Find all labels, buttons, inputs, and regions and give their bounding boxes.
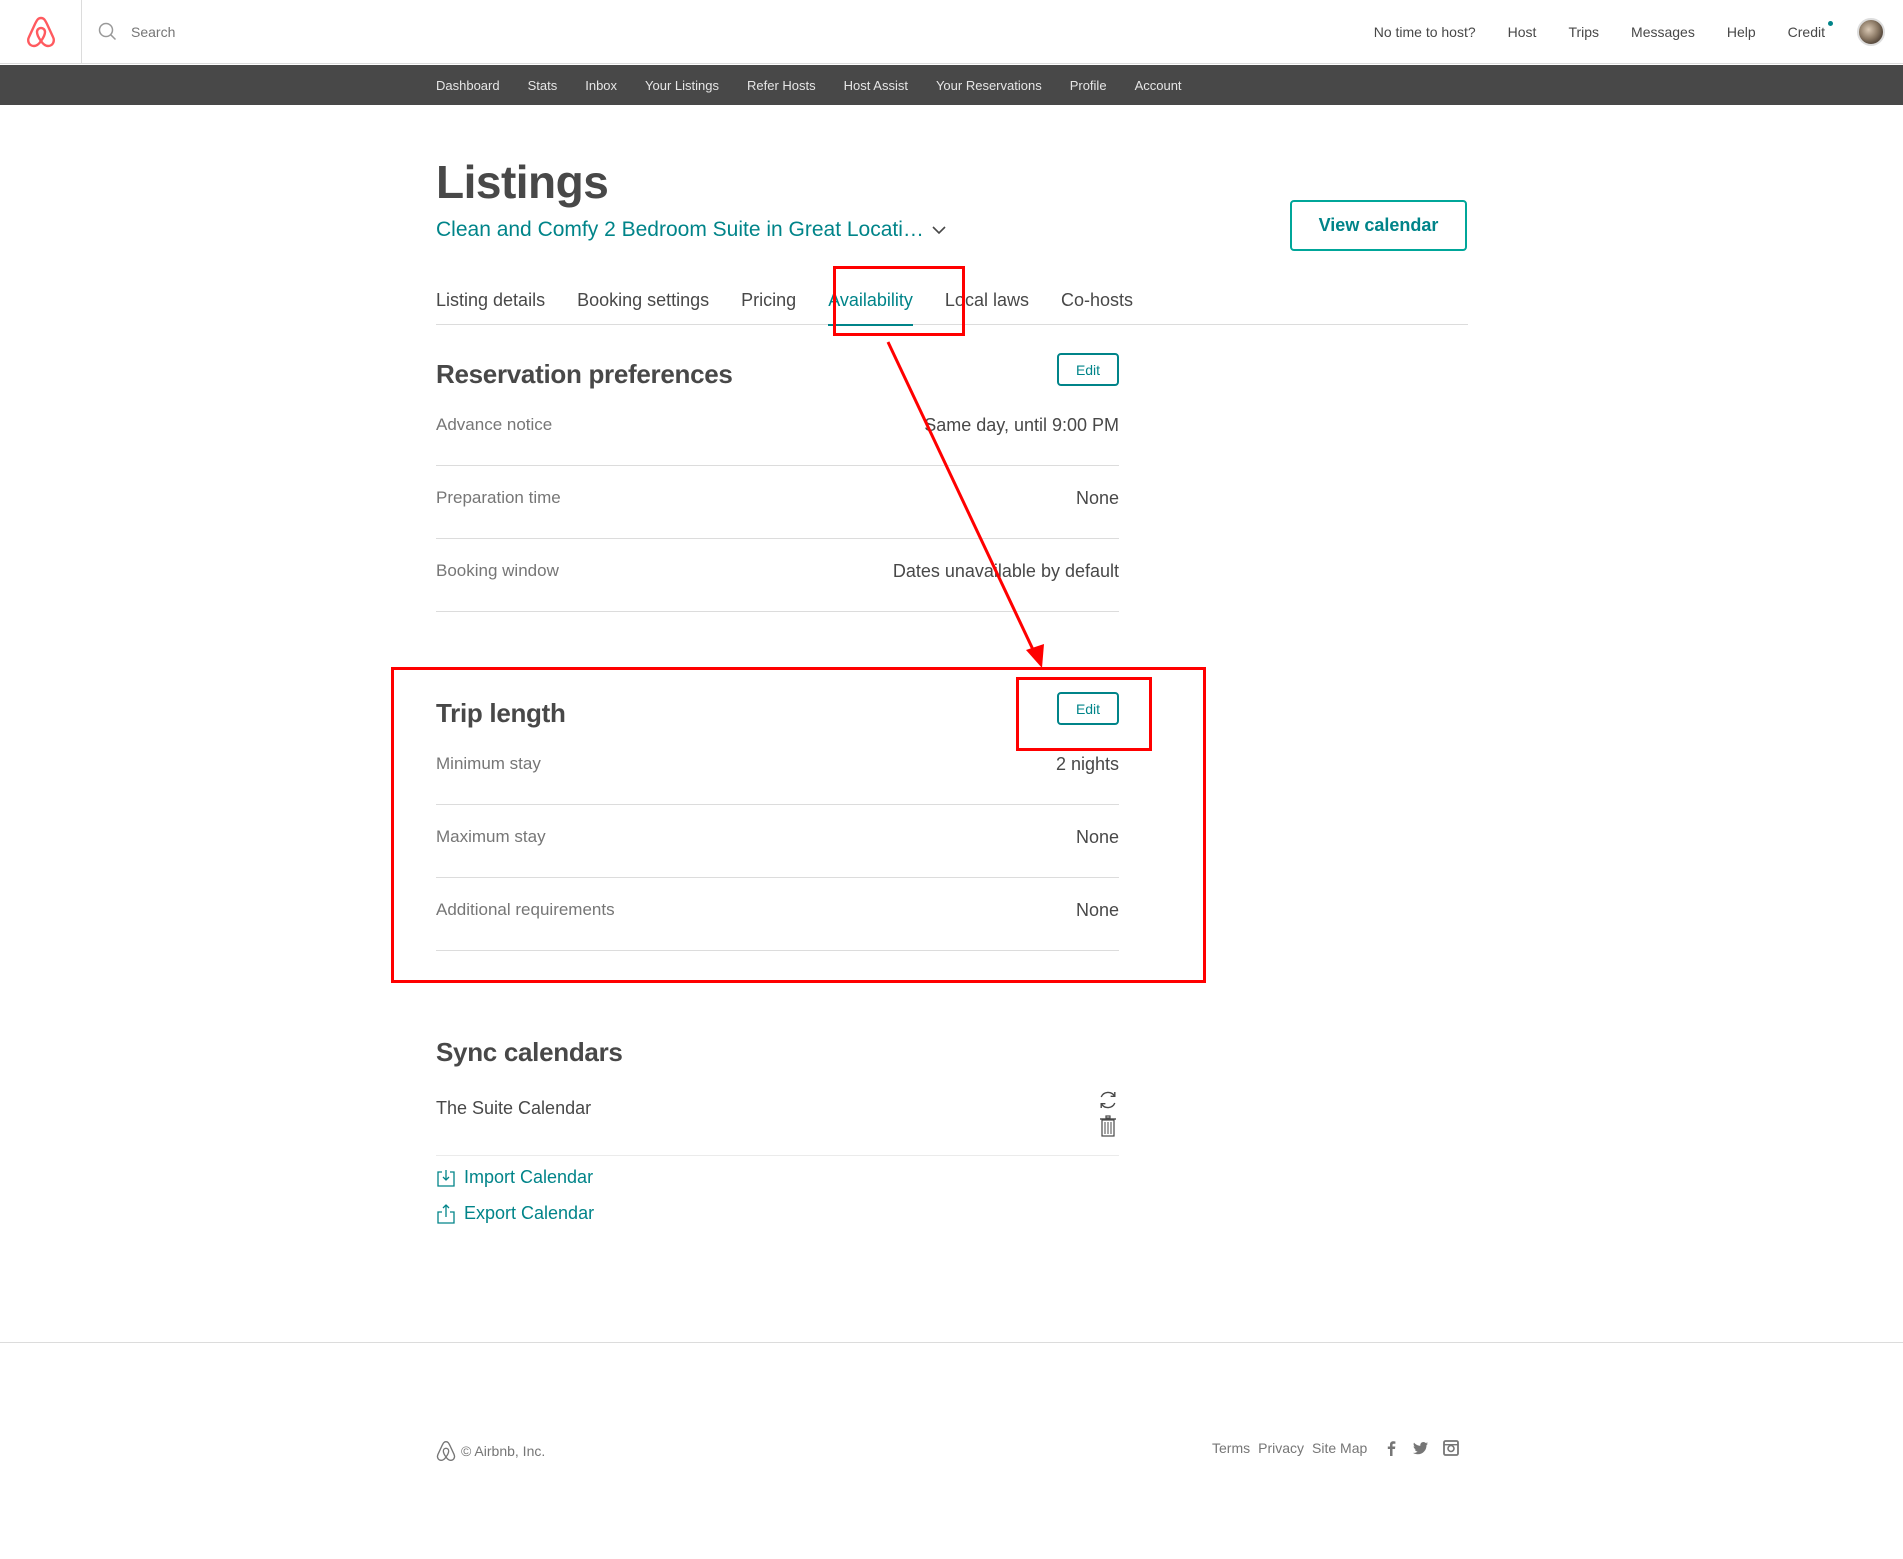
nav-no-time-to-host[interactable]: No time to host? [1374,24,1476,40]
subnav-account[interactable]: Account [1135,78,1182,93]
footer-divider [0,1342,1903,1343]
top-header: No time to host? Host Trips Messages Hel… [0,0,1903,64]
host-subnav: Dashboard Stats Inbox Your Listings Refe… [0,65,1903,105]
subnav-inbox[interactable]: Inbox [585,78,617,93]
trip-length-section: Trip length Edit Minimum stay 2 nights M… [436,692,1119,998]
subnav-profile[interactable]: Profile [1070,78,1107,93]
import-calendar-link[interactable]: Import Calendar [436,1167,593,1188]
user-avatar[interactable] [1857,18,1885,46]
airbnb-logo-icon [26,16,55,48]
search-input[interactable] [131,24,431,40]
minimum-stay-row: Minimum stay 2 nights [436,732,1119,805]
trip-length-edit-button[interactable]: Edit [1057,692,1119,725]
row-value: Same day, until 9:00 PM [924,415,1119,435]
advance-notice-row: Advance notice Same day, until 9:00 PM [436,393,1119,466]
row-value: None [1075,488,1119,508]
nav-credit-label: Credit [1787,24,1825,40]
tab-listing-details[interactable]: Listing details [436,281,545,324]
import-icon [437,1169,455,1187]
tab-co-hosts[interactable]: Co-hosts [1061,281,1133,324]
sync-calendars-title: Sync calendars [436,1037,623,1067]
maximum-stay-row: Maximum stay None [436,805,1119,878]
chevron-down-icon [932,226,946,235]
view-calendar-button[interactable]: View calendar [1290,200,1467,251]
search-bar[interactable] [98,20,431,44]
footer-sitemap-link[interactable]: Site Map [1312,1440,1367,1456]
export-calendar-link[interactable]: Export Calendar [436,1203,594,1224]
row-value: None [1075,900,1119,920]
listing-selector[interactable]: Clean and Comfy 2 Bedroom Suite in Great… [436,218,946,242]
import-calendar-label: Import Calendar [464,1167,594,1187]
export-icon [437,1203,455,1224]
footer-links: Terms Privacy Site Map [1212,1440,1465,1456]
section-title: Trip length [436,698,566,728]
row-value: 2 nights [1055,754,1119,774]
row-label: Booking window [436,561,559,580]
preparation-time-row: Preparation time None [436,466,1119,539]
page-title: Listings [436,156,609,208]
row-label: Minimum stay [436,754,541,773]
nav-credit[interactable]: Credit [1787,21,1833,40]
nav-trips[interactable]: Trips [1568,24,1599,40]
subnav-refer-hosts[interactable]: Refer Hosts [747,78,816,93]
listing-tabs: Listing details Booking settings Pricing… [436,281,1468,326]
tab-booking-settings[interactable]: Booking settings [577,281,709,324]
nav-messages[interactable]: Messages [1631,24,1695,40]
footer-copyright: © Airbnb, Inc. [436,1440,545,1462]
footer-privacy-link[interactable]: Privacy [1258,1440,1304,1456]
subnav-your-listings[interactable]: Your Listings [645,78,719,93]
reservation-preferences-section: Reservation preferences Edit Advance not… [436,353,1119,659]
section-title: Reservation preferences [436,359,733,389]
subnav-dashboard[interactable]: Dashboard [436,78,500,93]
refresh-icon[interactable] [1097,1089,1119,1111]
row-label: Maximum stay [436,827,546,846]
row-label: Advance notice [436,415,553,434]
booking-window-row: Booking window Dates unavailable by defa… [436,539,1119,612]
instagram-icon[interactable] [1443,1440,1460,1456]
subnav-host-assist[interactable]: Host Assist [844,78,908,93]
nav-help[interactable]: Help [1727,24,1756,40]
calendar-row: The Suite Calendar [436,1088,1119,1156]
tab-availability[interactable]: Availability [828,281,913,326]
subnav-stats[interactable]: Stats [528,78,558,93]
tab-pricing[interactable]: Pricing [741,281,796,324]
tab-local-laws[interactable]: Local laws [945,281,1029,324]
row-label: Additional requirements [436,900,615,919]
airbnb-logo-icon [436,1440,456,1462]
footer-terms-link[interactable]: Terms [1212,1440,1250,1456]
additional-requirements-row: Additional requirements None [436,878,1119,951]
export-calendar-label: Export Calendar [464,1203,595,1223]
row-value: Dates unavailable by default [892,561,1119,581]
calendar-name: The Suite Calendar [436,1098,592,1118]
top-nav: No time to host? Host Trips Messages Hel… [1374,0,1903,64]
notification-dot [1828,21,1833,26]
facebook-icon[interactable] [1383,1440,1399,1456]
nav-host[interactable]: Host [1508,24,1537,40]
twitter-icon[interactable] [1413,1440,1429,1456]
reservation-preferences-edit-button[interactable]: Edit [1057,353,1119,386]
copyright-text: © Airbnb, Inc. [461,1443,546,1459]
row-label: Preparation time [436,488,561,507]
airbnb-logo[interactable] [0,0,82,64]
search-icon [98,22,117,41]
listing-name: Clean and Comfy 2 Bedroom Suite in Great… [436,218,924,241]
subnav-your-reservations[interactable]: Your Reservations [936,78,1042,93]
trash-icon[interactable] [1099,1115,1117,1137]
row-value: None [1075,827,1119,847]
